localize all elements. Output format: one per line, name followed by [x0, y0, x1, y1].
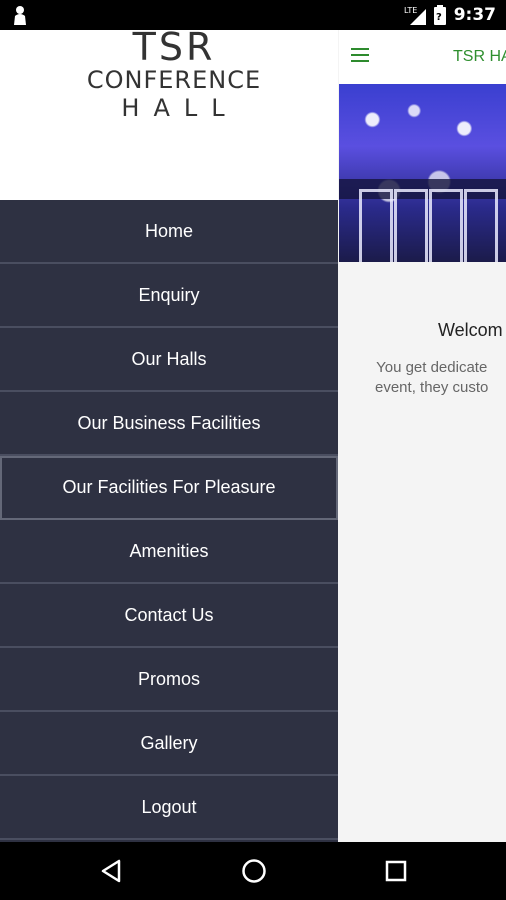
menu-item-gallery[interactable]: Gallery — [0, 712, 338, 776]
navigation-drawer: TSR CONFERENCE HALL Home Enquiry Our Hal… — [0, 25, 338, 842]
app-title: TSR HA — [453, 48, 506, 65]
menu-item-promos[interactable]: Promos — [0, 648, 338, 712]
person-icon — [10, 5, 30, 25]
tsr-logo: TSR CONFERENCE HALL — [86, 25, 262, 122]
home-icon[interactable] — [239, 856, 269, 886]
app-bar: TSR HA — [339, 30, 506, 85]
svg-text:LTE: LTE — [404, 6, 417, 15]
welcome-heading: Welcom — [438, 320, 503, 340]
menu-item-logout[interactable]: Logout — [0, 776, 338, 840]
back-icon[interactable] — [97, 856, 127, 886]
status-bar: LTE ? 9:37 — [0, 0, 506, 30]
menu-item-business-facilities[interactable]: Our Business Facilities — [0, 392, 338, 456]
battery-icon: ? — [433, 5, 446, 25]
status-time: 9:37 — [453, 5, 496, 25]
welcome-description: You get dedicate event, they custo — [375, 359, 489, 396]
menu-item-our-halls[interactable]: Our Halls — [0, 328, 338, 392]
hamburger-menu-icon[interactable] — [351, 48, 369, 64]
menu-item-home[interactable]: Home — [0, 200, 338, 264]
lte-signal-icon: LTE — [404, 5, 426, 25]
main-content: TSR HA Welcom You get dedicate event, th… — [339, 30, 506, 842]
menu-item-enquiry[interactable]: Enquiry — [0, 264, 338, 328]
system-nav-bar — [0, 842, 506, 900]
hero-banner-image — [339, 84, 506, 262]
menu-item-facilities-for-pleasure[interactable]: Our Facilities For Pleasure — [0, 456, 338, 520]
svg-text:?: ? — [436, 12, 442, 23]
recents-icon[interactable] — [381, 856, 411, 886]
menu-item-contact-us[interactable]: Contact Us — [0, 584, 338, 648]
drawer-header: TSR CONFERENCE HALL — [0, 25, 338, 200]
drawer-menu: Home Enquiry Our Halls Our Business Faci… — [0, 200, 338, 840]
menu-item-amenities[interactable]: Amenities — [0, 520, 338, 584]
